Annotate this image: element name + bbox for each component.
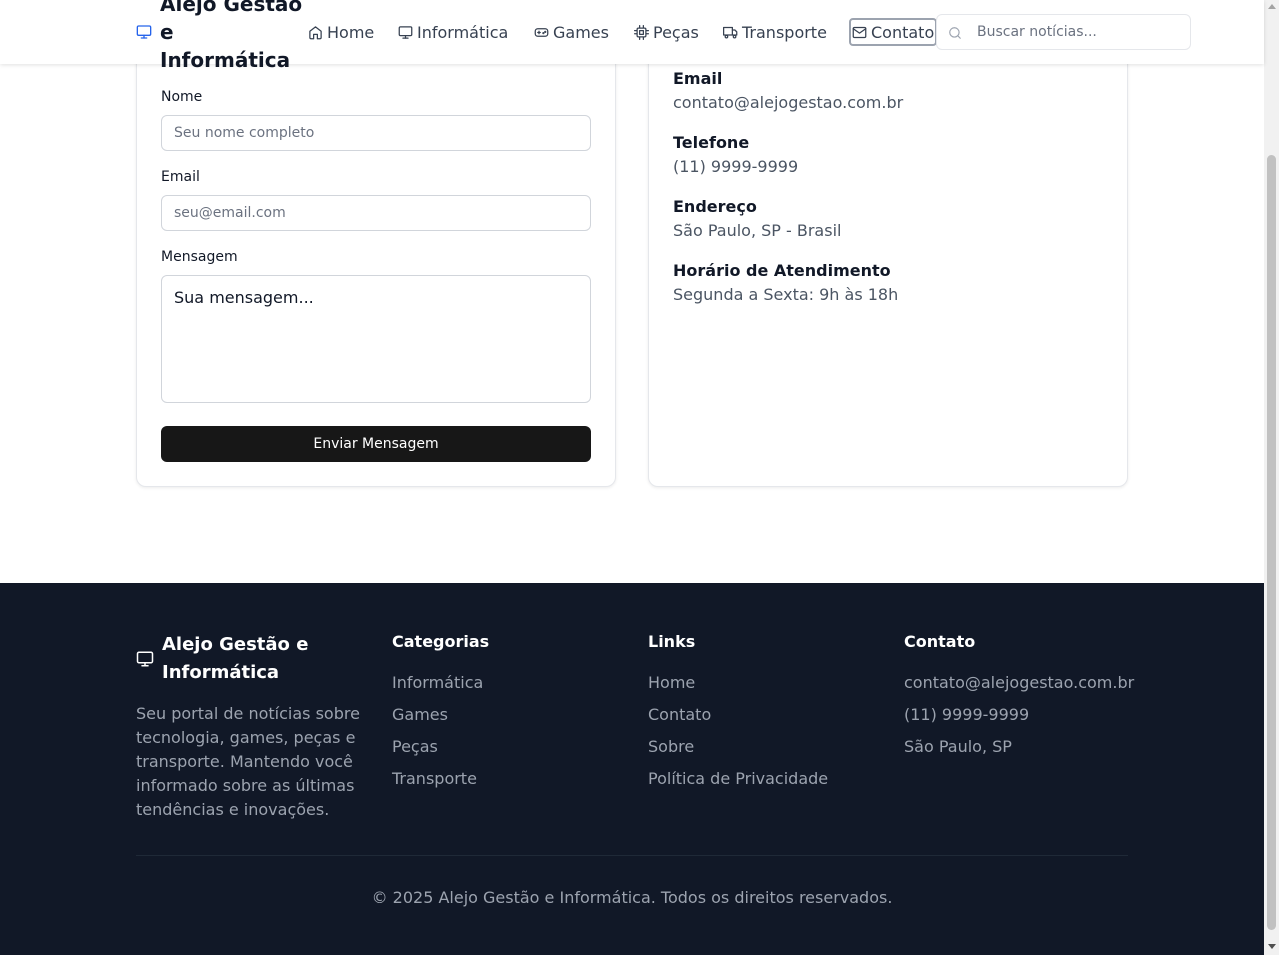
nav-home[interactable]: Home — [306, 18, 376, 46]
submit-button[interactable]: Enviar Mensagem — [161, 426, 591, 462]
search-box[interactable] — [936, 14, 1191, 50]
nav-informatica[interactable]: Informática — [396, 18, 510, 46]
scroll-thumb[interactable] — [1267, 155, 1276, 930]
footer-link-contato[interactable]: Contato — [648, 703, 828, 727]
footer-link-games[interactable]: Games — [392, 703, 489, 727]
info-hours-value: Segunda a Sexta: 9h às 18h — [673, 285, 899, 304]
search-input[interactable] — [969, 15, 1184, 49]
info-phone-value: (11) 9999-9999 — [673, 157, 799, 176]
nav-games-label: Games — [553, 22, 609, 42]
truck-icon — [723, 26, 738, 38]
info-email: Email contato@alejogestao.com.br — [673, 67, 903, 115]
footer-link-home[interactable]: Home — [648, 671, 828, 695]
info-phone: Telefone (11) 9999-9999 — [673, 131, 798, 179]
footer-contact-location: São Paulo, SP — [904, 737, 1012, 756]
nav-pecas[interactable]: Peças — [632, 18, 701, 46]
footer-links-title: Links — [648, 632, 696, 651]
monitor-icon — [398, 25, 413, 39]
mail-icon — [852, 26, 867, 38]
name-label: Nome — [161, 89, 203, 105]
footer-divider — [136, 855, 1128, 856]
footer-links: Links Home Contato Sobre Política de Pri… — [648, 631, 828, 799]
email-label: Email — [161, 169, 200, 185]
scroll-down-arrow[interactable] — [1268, 944, 1276, 949]
contact-info-card: Email contato@alejogestao.com.br Telefon… — [648, 30, 1128, 487]
page-scrollbar[interactable] — [1264, 0, 1279, 955]
footer-link-transporte[interactable]: Transporte — [392, 767, 489, 791]
name-input[interactable] — [161, 115, 591, 151]
info-address: Endereço São Paulo, SP - Brasil — [673, 195, 841, 243]
search-icon — [949, 27, 961, 39]
info-email-title: Email — [673, 69, 723, 88]
nav-games[interactable]: Games — [532, 18, 611, 46]
message-textarea[interactable] — [161, 275, 591, 403]
scroll-up-arrow[interactable] — [1268, 4, 1276, 9]
footer-contact-title: Contato — [904, 632, 976, 651]
footer-contact: Contato contato@alejogestao.com.br (11) … — [904, 631, 1134, 767]
email-input[interactable] — [161, 195, 591, 231]
footer-categories: Categorias Informática Games Peças Trans… — [392, 631, 489, 799]
monitor-icon — [136, 651, 154, 667]
nav-contato[interactable]: Contato — [849, 18, 938, 46]
footer-contact-email: contato@alejogestao.com.br — [904, 673, 1135, 692]
copyright-text: © 2025 Alejo Gestão e Informática. Todos… — [371, 888, 893, 907]
nav-informatica-label: Informática — [417, 22, 509, 42]
site-header: Alejo Gestão e Informática Home Informát… — [0, 0, 1264, 72]
footer-link-informatica[interactable]: Informática — [392, 671, 489, 695]
footer-link-privacidade[interactable]: Política de Privacidade — [648, 767, 828, 791]
site-brand[interactable]: Alejo Gestão e Informática — [160, 0, 310, 74]
footer-contact-phone: (11) 9999-9999 — [904, 705, 1030, 724]
gamepad-icon — [534, 27, 549, 37]
footer-link-sobre[interactable]: Sobre — [648, 735, 828, 759]
nav-contato-label: Contato — [871, 22, 935, 42]
footer-categories-title: Categorias — [392, 632, 490, 651]
footer-brand: Alejo Gestão e Informática — [162, 634, 309, 683]
site-footer: Alejo Gestão e Informática Seu portal de… — [0, 583, 1264, 955]
info-address-value: São Paulo, SP - Brasil — [673, 221, 842, 240]
info-phone-title: Telefone — [673, 133, 750, 152]
cpu-icon — [634, 24, 649, 40]
nav-transporte[interactable]: Transporte — [721, 18, 829, 46]
info-email-value: contato@alejogestao.com.br — [673, 93, 904, 112]
info-address-title: Endereço — [673, 197, 757, 216]
nav-home-label: Home — [327, 22, 375, 42]
nav-transporte-label: Transporte — [742, 22, 827, 42]
message-label: Mensagem — [161, 249, 238, 265]
footer-link-pecas[interactable]: Peças — [392, 735, 489, 759]
info-hours: Horário de Atendimento Segunda a Sexta: … — [673, 259, 898, 307]
contact-form-card: Nome Email Mensagem Enviar Mensagem — [136, 30, 616, 487]
home-icon — [309, 25, 322, 39]
nav-pecas-label: Peças — [653, 22, 699, 42]
footer-description: Seu portal de notícias sobre tecnologia,… — [136, 704, 360, 819]
monitor-icon — [136, 25, 152, 39]
info-hours-title: Horário de Atendimento — [673, 261, 891, 280]
